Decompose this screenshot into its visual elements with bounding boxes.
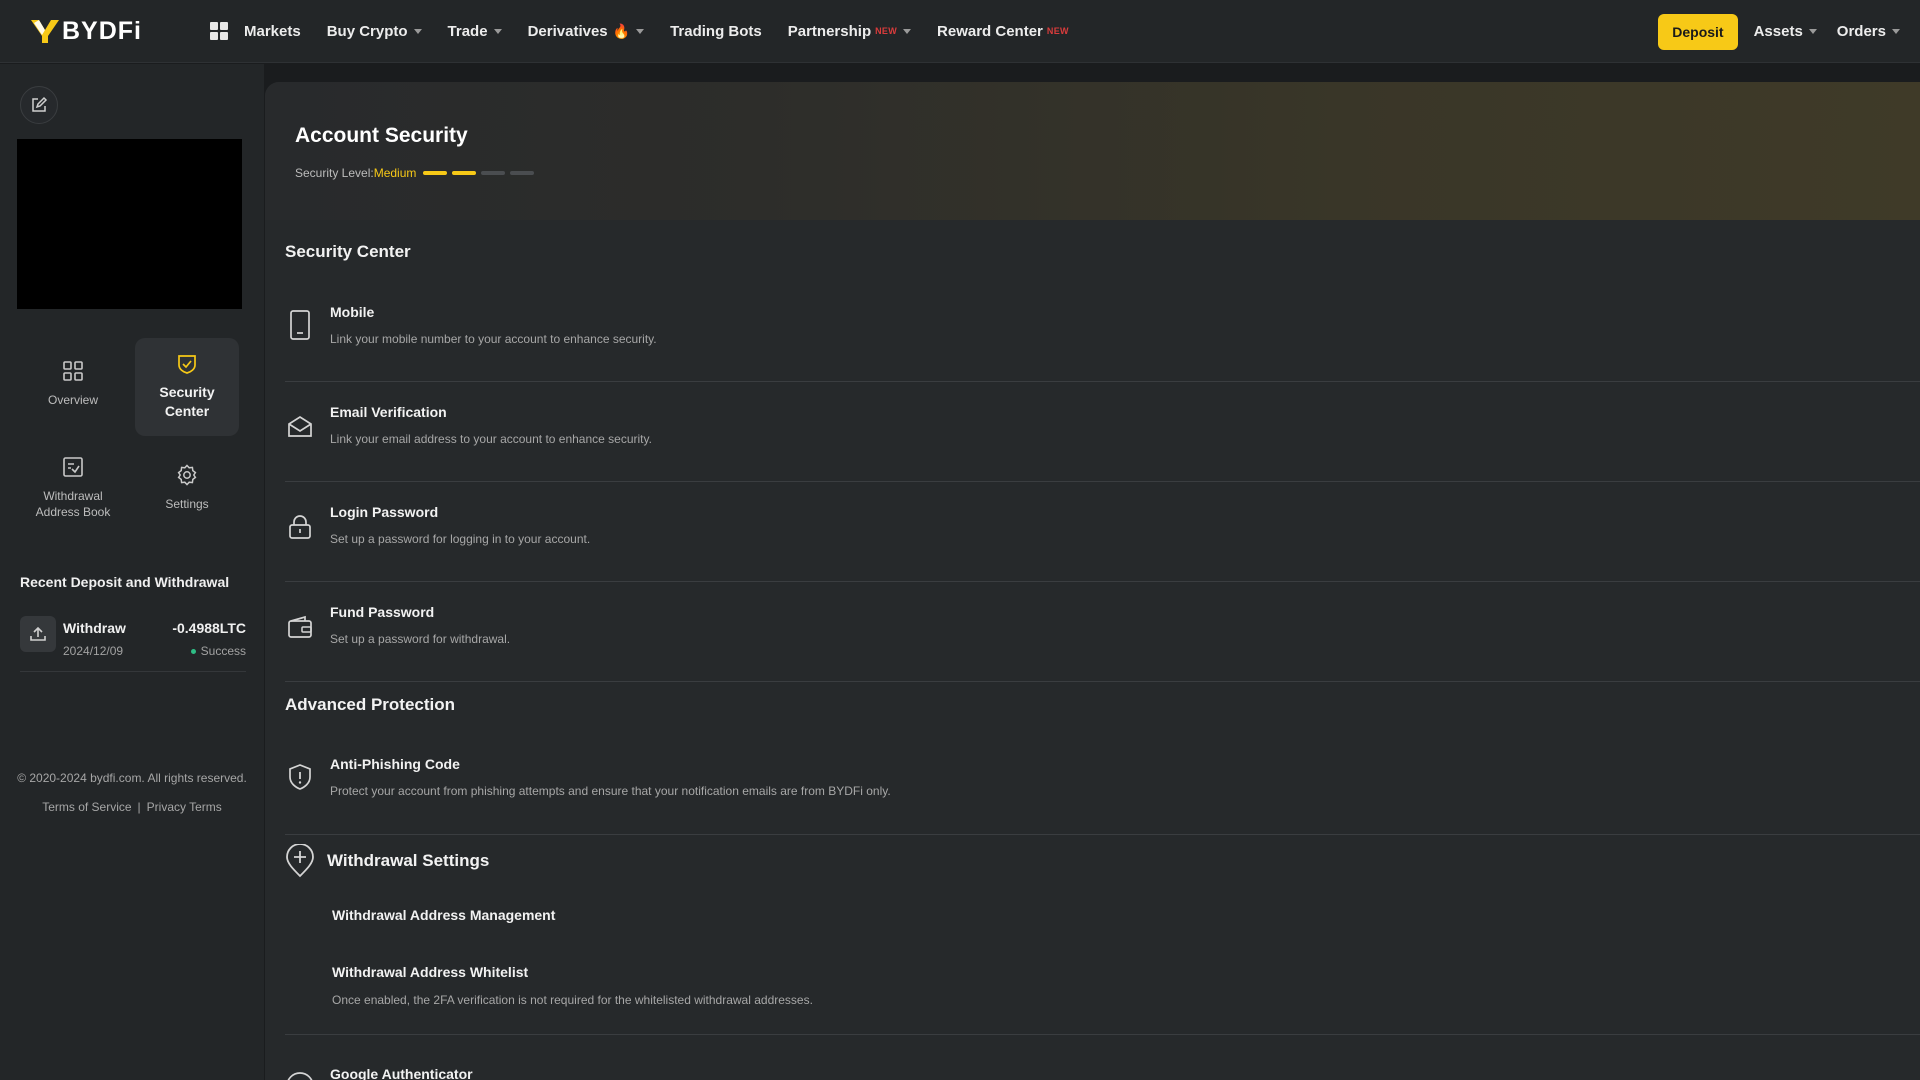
security-level-bars xyxy=(423,171,539,175)
sidebar-item-label: Overview xyxy=(47,393,98,407)
chevron-down-icon xyxy=(1892,29,1900,34)
recent-transactions-title: Recent Deposit and Withdrawal xyxy=(20,574,230,590)
wallet-icon xyxy=(285,612,315,642)
sidebar-item-security-center[interactable]: Security Center xyxy=(135,338,239,436)
security-item-fund-password[interactable]: Fund Password Set up a password for with… xyxy=(285,582,1920,682)
nav-partnership[interactable]: Partnership NEW xyxy=(788,23,912,40)
copyright: © 2020-2024 bydfi.com. All rights reserv… xyxy=(17,771,247,785)
new-badge: NEW xyxy=(1046,26,1069,36)
withdrawal-address-whitelist-title[interactable]: Withdrawal Address Whitelist xyxy=(332,964,528,980)
withdrawal-address-management-link[interactable]: Withdrawal Address Management xyxy=(332,907,555,923)
envelope-icon xyxy=(285,412,315,442)
security-level-value: Medium xyxy=(373,166,417,180)
lock-icon xyxy=(285,512,315,542)
shield-check-icon xyxy=(178,355,196,374)
security-item-email[interactable]: Email Verification Link your email addre… xyxy=(285,382,1920,482)
profile-banner xyxy=(17,139,242,309)
security-item-google-authenticator[interactable]: Google Authenticator xyxy=(285,1066,1920,1080)
advanced-protection-title: Advanced Protection xyxy=(285,695,456,714)
account-security-header: Account Security Security Level: Medium xyxy=(265,82,1920,220)
fire-icon: 🔥 xyxy=(612,22,631,39)
chevron-down-icon xyxy=(903,28,912,34)
transaction-status: Success xyxy=(190,644,246,658)
security-item-desc: Link your mobile number to your account … xyxy=(330,332,657,346)
security-center-title: Security Center xyxy=(285,242,411,261)
edit-icon xyxy=(32,96,48,112)
mobile-phone-icon xyxy=(285,310,315,340)
security-item-title: Email Verification xyxy=(330,404,447,420)
deposit-button[interactable]: Deposit xyxy=(1658,13,1738,50)
sidebar: Overview Security Center Withdrawal Addr… xyxy=(0,64,264,1080)
security-item-login-password[interactable]: Login Password Set up a password for log… xyxy=(285,482,1920,582)
nav-markets[interactable]: Markets xyxy=(244,23,301,40)
security-item-title: Anti-Phishing Code xyxy=(330,756,460,772)
upload-icon xyxy=(20,616,56,652)
shield-alert-icon xyxy=(285,762,315,792)
nav-buy-crypto[interactable]: Buy Crypto xyxy=(327,23,422,40)
privacy-link[interactable]: Privacy Terms xyxy=(147,800,222,814)
google-authenticator-icon xyxy=(287,1072,313,1080)
main-content: Account Security Security Level: Medium S… xyxy=(265,82,1920,1080)
location-plus-icon xyxy=(286,844,314,878)
chevron-down-icon xyxy=(413,28,422,34)
nav-trading-bots[interactable]: Trading Bots xyxy=(670,23,762,40)
nav-assets[interactable]: Assets xyxy=(1754,23,1817,40)
withdrawal-settings-title: Withdrawal Settings xyxy=(327,851,490,870)
overview-icon xyxy=(63,361,83,381)
chevron-down-icon xyxy=(1808,29,1817,34)
sidebar-item-withdrawal-address-book[interactable]: Withdrawal Address Book xyxy=(21,439,125,537)
status-dot xyxy=(190,648,196,654)
security-item-mobile[interactable]: Mobile Link your mobile number to your a… xyxy=(285,282,1920,382)
gear-icon xyxy=(177,464,197,486)
terms-link[interactable]: Terms of Service xyxy=(42,800,131,814)
security-item-desc: Protect your account from phishing attem… xyxy=(330,784,891,798)
chevron-down-icon xyxy=(636,28,645,34)
chevron-down-icon xyxy=(493,28,502,34)
withdrawal-settings-header[interactable]: Withdrawal Settings xyxy=(285,844,489,878)
logo-mark-icon xyxy=(31,20,59,43)
transaction-date: 2024/12/09 xyxy=(63,644,124,658)
nav-reward-center[interactable]: Reward Center NEW xyxy=(937,23,1069,40)
security-item-title: Login Password xyxy=(330,504,439,520)
security-item-title: Fund Password xyxy=(330,604,435,620)
security-item-title: Mobile xyxy=(330,304,375,320)
security-item-title: Google Authenticator xyxy=(330,1066,473,1080)
bydfi-logo[interactable]: BYDFi xyxy=(30,17,148,46)
logo-wordmark: BYDFi xyxy=(62,16,142,45)
nav-trade[interactable]: Trade xyxy=(448,23,502,40)
new-badge: NEW xyxy=(875,26,898,36)
page-title: Account Security xyxy=(295,124,468,147)
sidebar-item-label: Settings xyxy=(165,497,209,511)
transaction-type: Withdraw xyxy=(63,620,126,636)
nav-orders[interactable]: Orders xyxy=(1837,23,1900,40)
recent-transaction-row[interactable]: Withdraw 2024/12/09 -0.4988LTC Success xyxy=(20,616,246,672)
security-level: Security Level: Medium xyxy=(295,166,539,180)
address-book-icon xyxy=(63,457,83,477)
transaction-amount: -0.4988LTC xyxy=(172,620,246,636)
security-item-desc: Set up a password for logging in to your… xyxy=(330,532,591,546)
divider xyxy=(285,1034,1920,1035)
sidebar-item-overview[interactable]: Overview xyxy=(21,335,125,433)
footer-separator: | xyxy=(137,800,141,814)
sidebar-item-settings[interactable]: Settings xyxy=(135,439,239,537)
sidebar-item-label: Security Center xyxy=(159,384,215,419)
withdrawal-address-whitelist-desc: Once enabled, the 2FA verification is no… xyxy=(332,993,813,1007)
top-navbar: BYDFi Markets Buy Crypto Trade Derivativ… xyxy=(0,0,1920,63)
edit-profile-button[interactable] xyxy=(20,86,58,124)
sidebar-item-label: Withdrawal Address Book xyxy=(35,489,111,519)
security-item-desc: Link your email address to your account … xyxy=(330,432,652,446)
security-item-anti-phishing[interactable]: Anti-Phishing Code Protect your account … xyxy=(285,734,1920,835)
security-item-desc: Set up a password for withdrawal. xyxy=(330,632,511,646)
apps-grid-icon[interactable] xyxy=(210,22,228,40)
nav-derivatives[interactable]: Derivatives 🔥 xyxy=(528,23,645,40)
footer-links: Terms of Service | Privacy Terms xyxy=(0,800,264,814)
